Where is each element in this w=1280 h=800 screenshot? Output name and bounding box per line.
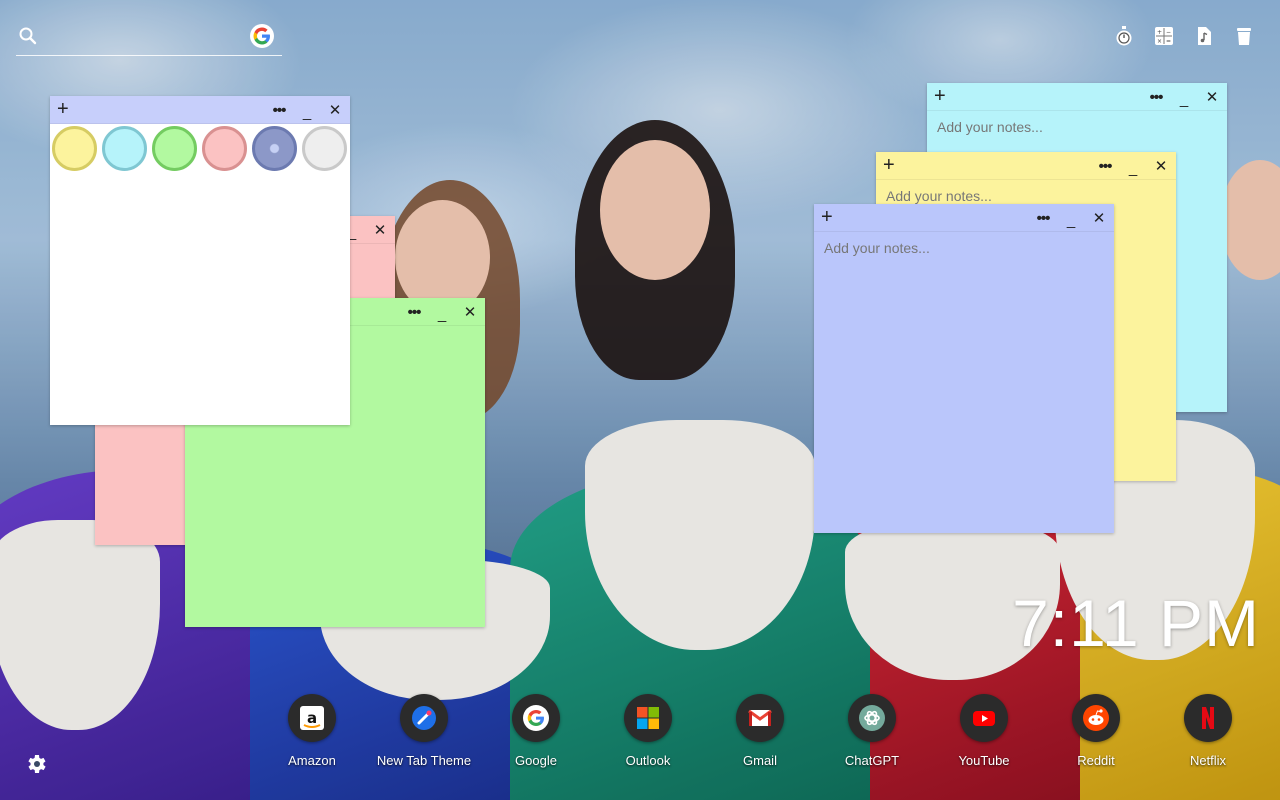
more-options-button[interactable]: ••• — [1034, 210, 1052, 227]
color-swatch-pink[interactable] — [202, 126, 247, 171]
sticky-note-white[interactable]: + ••• _ ✕ — [50, 96, 350, 425]
svg-text:−: − — [1166, 29, 1171, 36]
music-file-icon[interactable] — [1192, 24, 1216, 48]
note-header[interactable]: + ••• _ ✕ — [814, 204, 1114, 232]
minimize-button[interactable]: _ — [433, 306, 451, 323]
shortcut-label: Google — [515, 753, 557, 768]
add-note-button[interactable]: + — [57, 99, 75, 119]
chatgpt-icon[interactable] — [848, 694, 896, 742]
color-swatch-yellow[interactable] — [52, 126, 97, 171]
calculator-icon[interactable]: + − × = — [1152, 24, 1176, 48]
add-note-button[interactable]: + — [934, 86, 952, 106]
svg-text:=: = — [1166, 38, 1171, 45]
color-palette — [50, 124, 350, 173]
trash-icon[interactable] — [1232, 24, 1256, 48]
note-controls: ••• _ ✕ — [405, 298, 479, 326]
gmail-icon[interactable] — [736, 694, 784, 742]
reddit-icon[interactable] — [1072, 694, 1120, 742]
note-controls: ••• _ ✕ — [1034, 204, 1108, 232]
note-controls: ••• _ ✕ — [270, 96, 344, 124]
search-input[interactable] — [46, 24, 246, 50]
shortcut-label: Outlook — [625, 753, 671, 768]
google-icon[interactable] — [250, 24, 274, 48]
close-note-button[interactable]: ✕ — [326, 101, 344, 119]
gear-icon[interactable] — [24, 752, 48, 776]
minimize-button[interactable]: _ — [298, 104, 316, 121]
note-header[interactable]: + ••• _ ✕ — [876, 152, 1176, 180]
note-header[interactable]: + ••• _ ✕ — [50, 96, 350, 124]
add-note-button[interactable]: + — [883, 155, 901, 175]
svg-text:+: + — [1157, 29, 1162, 36]
minimize-button[interactable]: _ — [1175, 91, 1193, 108]
netflix-icon[interactable] — [1184, 694, 1232, 742]
note-controls: ••• _ ✕ — [1096, 152, 1170, 180]
shortcut-label: Netflix — [1189, 753, 1227, 768]
shortcut-label: Reddit — [1077, 753, 1115, 768]
shortcut-gmail[interactable]: Gmail — [704, 694, 816, 768]
shortcut-new-tab-theme[interactable]: New Tab Theme — [368, 694, 480, 768]
more-options-button[interactable]: ••• — [1147, 89, 1165, 106]
outlook-icon[interactable] — [624, 694, 672, 742]
youtube-icon[interactable] — [960, 694, 1008, 742]
minimize-button[interactable]: _ — [1124, 160, 1142, 177]
add-note-button[interactable]: + — [821, 207, 839, 227]
color-swatch-cyan[interactable] — [102, 126, 147, 171]
timer-icon[interactable] — [1112, 24, 1136, 48]
top-toolbar: + − × = — [1112, 24, 1256, 48]
shortcut-label: YouTube — [958, 753, 1010, 768]
color-swatch-blue-selected[interactable] — [252, 126, 297, 171]
search-bar — [16, 22, 282, 56]
shortcut-outlook[interactable]: Outlook — [592, 694, 704, 768]
shortcut-label: Amazon — [288, 753, 336, 768]
clock-display: 7:11 PM — [1012, 586, 1260, 660]
note-text-area[interactable]: Add your notes... — [814, 232, 1114, 264]
more-options-button[interactable]: ••• — [405, 304, 423, 321]
shortcut-label: New Tab Theme — [376, 753, 472, 768]
shortcut-label: Gmail — [743, 753, 777, 768]
note-controls: ••• _ ✕ — [1147, 83, 1221, 111]
shortcut-google[interactable]: Google — [480, 694, 592, 768]
svg-text:a: a — [307, 709, 317, 727]
amazon-icon[interactable]: a — [288, 694, 336, 742]
close-note-button[interactable]: ✕ — [1203, 88, 1221, 106]
shortcut-amazon[interactable]: a Amazon — [256, 694, 368, 768]
svg-text:×: × — [1157, 38, 1162, 45]
shortcut-chatgpt[interactable]: ChatGPT — [816, 694, 928, 768]
note-header[interactable]: + ••• _ ✕ — [927, 83, 1227, 111]
minimize-button[interactable]: _ — [1062, 212, 1080, 229]
sticky-note-blue[interactable]: + ••• _ ✕ Add your notes... — [814, 204, 1114, 533]
color-swatch-gray[interactable] — [302, 126, 347, 171]
search-icon[interactable] — [18, 26, 38, 46]
shortcut-youtube[interactable]: YouTube — [928, 694, 1040, 768]
close-note-button[interactable]: ✕ — [1090, 209, 1108, 227]
more-options-button[interactable]: ••• — [1096, 158, 1114, 175]
shortcut-label: ChatGPT — [844, 753, 900, 768]
shortcut-netflix[interactable]: Netflix — [1152, 694, 1264, 768]
more-options-button[interactable]: ••• — [270, 102, 288, 119]
close-note-button[interactable]: ✕ — [461, 303, 479, 321]
shortcut-dock: a Amazon New Tab Theme Google Outlook Gmail Ch… — [256, 694, 1264, 768]
close-note-button[interactable]: ✕ — [371, 221, 389, 239]
close-note-button[interactable]: ✕ — [1152, 157, 1170, 175]
new-tab-theme-icon[interactable] — [400, 694, 448, 742]
shortcut-reddit[interactable]: Reddit — [1040, 694, 1152, 768]
note-text-area[interactable]: Add your notes... — [927, 111, 1227, 143]
google-icon[interactable] — [512, 694, 560, 742]
color-swatch-green[interactable] — [152, 126, 197, 171]
